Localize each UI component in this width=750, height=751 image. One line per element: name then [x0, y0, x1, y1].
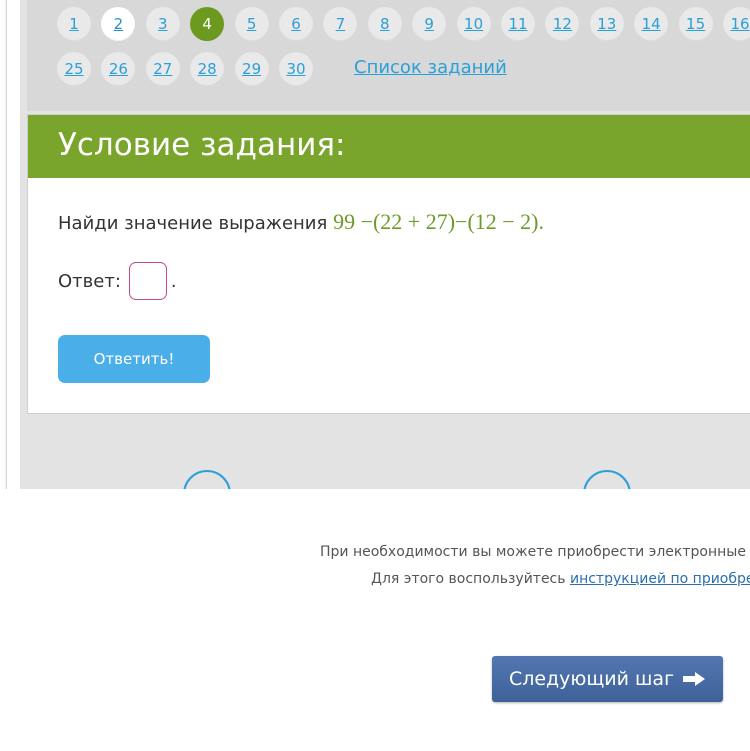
- next-step-button[interactable]: Следующий шаг: [492, 656, 723, 702]
- task-pagination: 1 2 3 4 5 6 7 8 9 10 11 12 13 14 15 16 25 26 27 28 29 30 Спи…: [27, 0, 750, 111]
- answer-label: Ответ:: [58, 270, 121, 292]
- page-link-12[interactable]: 12: [545, 7, 580, 41]
- page-link-13[interactable]: 13: [589, 7, 624, 41]
- page-link-15[interactable]: 15: [678, 7, 713, 41]
- page-link-2[interactable]: 2: [101, 7, 136, 41]
- task-header: Условие задания:: [28, 115, 750, 178]
- page-link-6[interactable]: 6: [279, 7, 313, 41]
- task-title: Условие задания:: [58, 127, 346, 163]
- question-prefix: Найди значение выражения: [58, 213, 328, 234]
- page-link-5[interactable]: 5: [234, 7, 269, 41]
- page-link-29[interactable]: 29: [234, 52, 269, 86]
- footer-note-line1: При необходимости вы можете приобрести э…: [320, 544, 746, 560]
- page-link-7[interactable]: 7: [323, 7, 358, 41]
- math-expression: 99 −(22 + 27)−(12 − 2).: [333, 209, 545, 234]
- page-link-28[interactable]: 28: [190, 52, 225, 86]
- next-step-label: Следующий шаг: [508, 668, 675, 690]
- page-link-9[interactable]: 9: [412, 7, 447, 41]
- footer-note-prefix: Для этого воспользуйтесь: [371, 571, 566, 587]
- page-link-1[interactable]: 1: [57, 7, 91, 41]
- page-link-25[interactable]: 25: [57, 52, 91, 86]
- submit-answer-button[interactable]: Ответить!: [58, 335, 210, 383]
- page-link-30[interactable]: 30: [279, 52, 313, 86]
- question-text: Найди значение выражения 99 −(22 + 27)−(…: [58, 209, 544, 235]
- answer-input[interactable]: [128, 262, 167, 300]
- page-link-10[interactable]: 10: [456, 7, 491, 41]
- page-link-8[interactable]: 8: [367, 7, 402, 41]
- arrow-right-icon: [683, 672, 706, 686]
- page-link-26[interactable]: 26: [101, 52, 136, 86]
- footer-note-line2: Для этого воспользуйтесь инструкцией по …: [371, 571, 750, 587]
- page-link-16[interactable]: 16: [723, 7, 750, 41]
- page-link-3[interactable]: 3: [145, 7, 180, 41]
- page-link-11[interactable]: 11: [501, 7, 535, 41]
- answer-row: Ответ: .: [58, 262, 177, 300]
- page-link-4[interactable]: 4: [190, 7, 225, 41]
- page-link-27[interactable]: 27: [145, 52, 180, 86]
- task-list-link[interactable]: Список заданий: [354, 57, 507, 78]
- answer-suffix: .: [170, 270, 177, 292]
- instruction-link[interactable]: инструкцией по приобре: [570, 571, 750, 587]
- task-panel: Условие задания: Найди значение выражени…: [27, 114, 750, 414]
- page-link-14[interactable]: 14: [634, 7, 669, 41]
